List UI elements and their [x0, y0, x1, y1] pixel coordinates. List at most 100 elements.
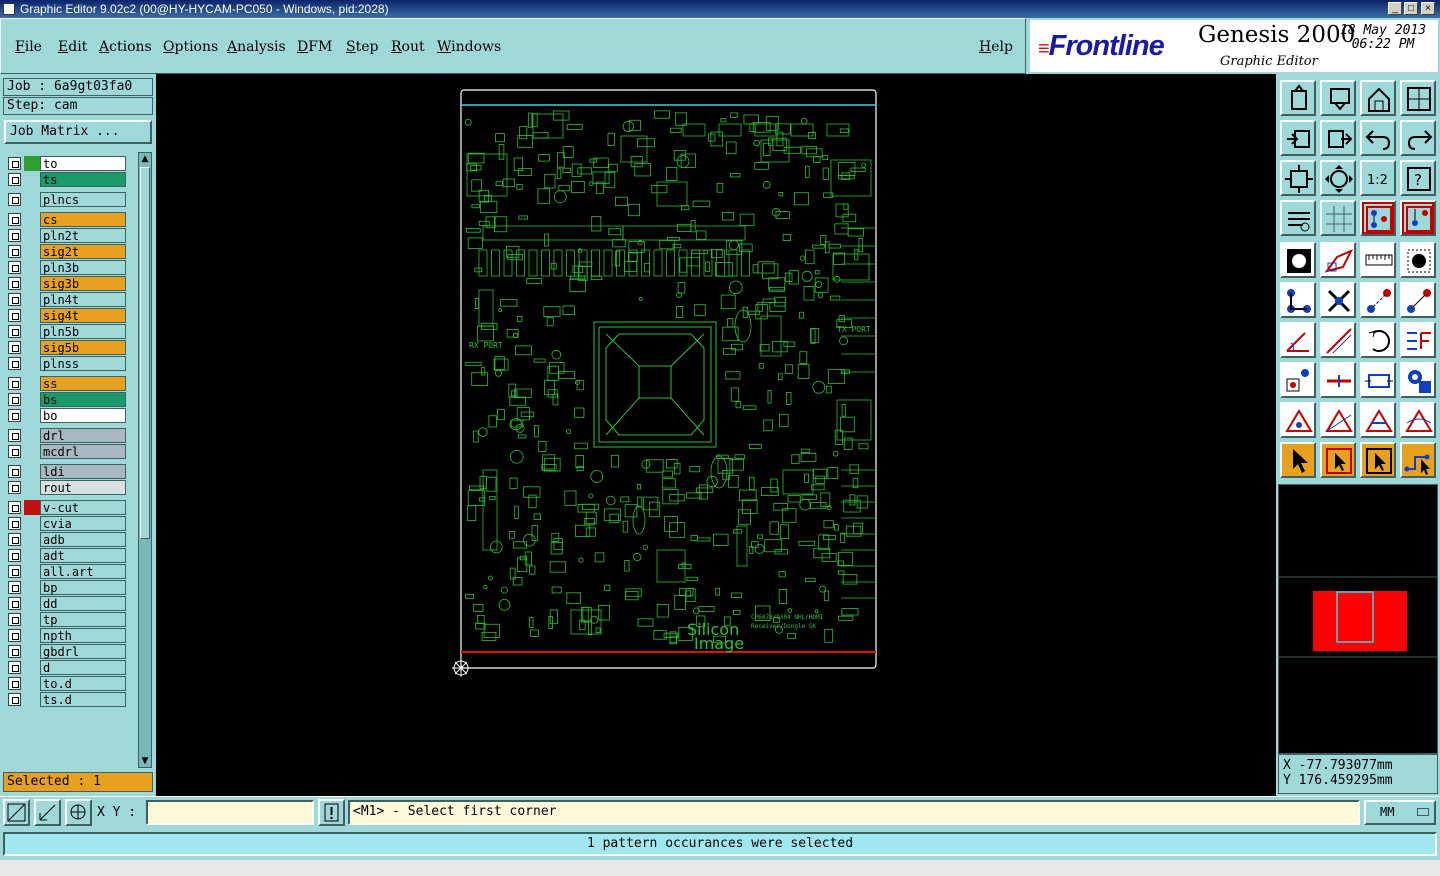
scroll-down-icon[interactable]: ▼ — [139, 755, 151, 767]
layer-row[interactable]: tp — [6, 612, 126, 627]
layer-name[interactable]: cvia — [40, 516, 126, 531]
scroll-thumb[interactable] — [140, 167, 150, 539]
layer-name[interactable]: pln2t — [40, 228, 126, 243]
snap-red-icon[interactable] — [1400, 200, 1436, 236]
copy-icon[interactable] — [1400, 282, 1436, 318]
menu-file[interactable]: File — [15, 39, 42, 55]
layer-name[interactable]: ss — [40, 376, 126, 391]
layer-row[interactable]: plncs — [6, 192, 126, 207]
layer-row[interactable]: ts — [6, 172, 126, 187]
mirror-icon[interactable] — [1400, 322, 1436, 358]
layer-name[interactable]: gbdrl — [40, 644, 126, 659]
layer-row[interactable]: pln5b — [6, 324, 126, 339]
open-job-icon[interactable] — [1280, 80, 1316, 116]
layer-row[interactable]: sig5b — [6, 340, 126, 355]
layer-affected-indicator[interactable] — [24, 548, 40, 563]
layer-name[interactable]: drl — [40, 428, 126, 443]
group-icon[interactable] — [1400, 362, 1436, 398]
layer-affected-indicator[interactable] — [24, 580, 40, 595]
ruler-icon[interactable] — [1360, 242, 1396, 278]
layer-name[interactable]: rout — [40, 480, 126, 495]
triangle-icon[interactable] — [1280, 402, 1316, 438]
undo-icon[interactable] — [1360, 120, 1396, 156]
menu-step[interactable]: Step — [346, 39, 378, 55]
layer-display-checkbox[interactable] — [8, 293, 21, 306]
menu-windows[interactable]: Windows — [437, 39, 501, 55]
layer-affected-indicator[interactable] — [24, 532, 40, 547]
layer-name[interactable]: ts — [40, 172, 126, 187]
layer-row[interactable]: sig2t — [6, 244, 126, 259]
zoom-1-2-icon[interactable]: 1:2 — [1360, 160, 1396, 196]
angle-icon[interactable] — [1280, 322, 1316, 358]
scroll-up-icon[interactable]: ▲ — [139, 153, 151, 165]
layer-row[interactable]: plnss — [6, 356, 126, 371]
layer-affected-indicator[interactable] — [24, 644, 40, 659]
move-icon[interactable] — [1360, 282, 1396, 318]
redo-icon[interactable] — [1400, 120, 1436, 156]
layer-row[interactable]: pln2t — [6, 228, 126, 243]
layer-row[interactable]: adb — [6, 532, 126, 547]
layer-display-checkbox[interactable] — [8, 245, 21, 258]
layer-name[interactable]: d — [40, 660, 126, 675]
layer-affected-indicator[interactable] — [24, 676, 40, 691]
layer-row[interactable]: sig3b — [6, 276, 126, 291]
layer-display-checkbox[interactable] — [8, 229, 21, 242]
export-icon[interactable] — [1320, 120, 1356, 156]
layer-affected-indicator[interactable] — [24, 356, 40, 371]
menu-edit[interactable]: Edit — [58, 39, 87, 55]
layer-name[interactable]: to — [40, 156, 126, 171]
triangle-a-icon[interactable] — [1320, 402, 1356, 438]
layer-name[interactable]: plnss — [40, 356, 126, 371]
layer-row[interactable]: dd — [6, 596, 126, 611]
home-icon[interactable] — [1360, 80, 1396, 116]
layer-row[interactable]: drl — [6, 428, 126, 443]
layer-display-checkbox[interactable] — [8, 517, 21, 530]
menu-options[interactable]: Options — [163, 39, 218, 55]
layer-row[interactable]: adt — [6, 548, 126, 563]
menu-rout[interactable]: Rout — [391, 39, 425, 55]
layer-display-checkbox[interactable] — [8, 429, 21, 442]
layer-affected-indicator[interactable] — [24, 172, 40, 187]
layer-affected-indicator[interactable] — [24, 392, 40, 407]
layer-display-checkbox[interactable] — [8, 309, 21, 322]
menu-dfm[interactable]: DFM — [297, 39, 332, 55]
layer-name[interactable]: pln5b — [40, 324, 126, 339]
layer-display-checkbox[interactable] — [8, 341, 21, 354]
layer-affected-indicator[interactable] — [24, 444, 40, 459]
menu-actions[interactable]: Actions — [99, 39, 152, 55]
help-icon[interactable]: ? — [1400, 160, 1436, 196]
layer-display-checkbox[interactable] — [8, 661, 21, 674]
layer-affected-indicator[interactable] — [24, 480, 40, 495]
layer-display-checkbox[interactable] — [8, 465, 21, 478]
layer-row[interactable]: d — [6, 660, 126, 675]
layer-name[interactable]: npth — [40, 628, 126, 643]
layer-row[interactable]: all.art — [6, 564, 126, 579]
maximize-button[interactable]: □ — [1404, 2, 1418, 15]
graphic-canvas[interactable]: RX PORT TX PORT Silicon Image CP6078/930… — [156, 74, 1276, 796]
layer-name[interactable]: pln3b — [40, 260, 126, 275]
layer-display-checkbox[interactable] — [8, 501, 21, 514]
layer-name[interactable]: pln4t — [40, 292, 126, 307]
pattern-icon[interactable] — [1280, 362, 1316, 398]
layer-scrollbar[interactable]: ▲ ▼ — [138, 152, 152, 768]
alert-icon[interactable] — [318, 799, 345, 826]
layer-affected-indicator[interactable] — [24, 340, 40, 355]
layer-affected-indicator[interactable] — [24, 660, 40, 675]
units-select[interactable]: MM — [1364, 800, 1436, 825]
resize-icon[interactable] — [1360, 362, 1396, 398]
window-icon[interactable] — [1400, 80, 1436, 116]
layer-display-checkbox[interactable] — [8, 581, 21, 594]
layer-row[interactable]: sig4t — [6, 308, 126, 323]
zoom-fit-icon[interactable] — [1280, 160, 1316, 196]
grid-snap-icon[interactable] — [65, 799, 92, 826]
overview-map[interactable] — [1278, 484, 1438, 754]
layer-name[interactable]: bo — [40, 408, 126, 423]
layer-display-checkbox[interactable] — [8, 193, 21, 206]
layer-row[interactable]: npth — [6, 628, 126, 643]
layer-row[interactable]: ts.d — [6, 692, 126, 707]
layer-affected-indicator[interactable] — [24, 376, 40, 391]
layer-name[interactable]: sig2t — [40, 244, 126, 259]
layer-name[interactable]: sig5b — [40, 340, 126, 355]
layer-display-checkbox[interactable] — [8, 481, 21, 494]
layer-affected-indicator[interactable] — [24, 628, 40, 643]
